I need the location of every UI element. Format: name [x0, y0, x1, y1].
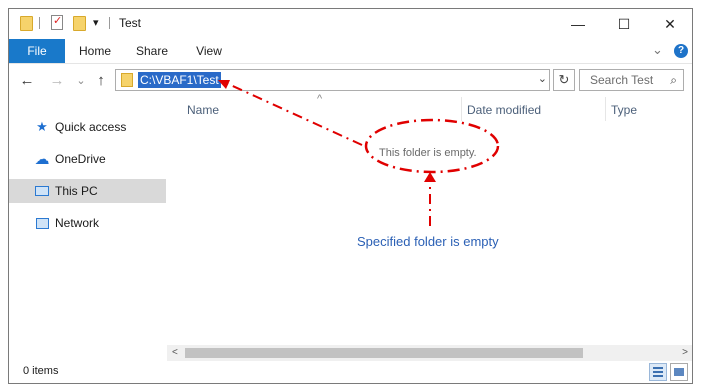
tab-file[interactable]: File: [9, 39, 65, 63]
star-icon: ★: [36, 119, 48, 134]
scrollbar-thumb[interactable]: [185, 348, 583, 358]
tab-view[interactable]: View: [185, 39, 233, 63]
scroll-right-icon[interactable]: >: [682, 345, 688, 361]
sidebar-item-label: OneDrive: [55, 152, 106, 166]
sidebar-item-network[interactable]: Network: [9, 211, 166, 235]
scroll-left-icon[interactable]: <: [172, 345, 178, 361]
network-icon: [31, 217, 53, 229]
new-folder-icon[interactable]: [73, 16, 86, 31]
search-icon[interactable]: ⌕: [670, 73, 677, 88]
annotation-label: Specified folder is empty: [357, 234, 499, 249]
sidebar-item-quick-access[interactable]: ★ Quick access: [9, 115, 166, 139]
computer-icon: [31, 186, 53, 196]
sidebar-item-label: Network: [55, 216, 100, 230]
ribbon-tabs: File Home Share View ⌄ ?: [9, 39, 692, 64]
refresh-button[interactable]: ↻: [553, 69, 575, 91]
column-header-name[interactable]: Name: [187, 103, 219, 117]
customize-toolbar-button[interactable]: ▾: [93, 16, 99, 29]
navigation-bar: ← → ⌄ ↑ C:\VBAF1\Test ⌄ ↻ Search Test ⌕: [9, 65, 692, 95]
status-bar: 0 items: [9, 361, 692, 383]
minimize-button[interactable]: —: [555, 9, 601, 39]
tab-share[interactable]: Share: [127, 39, 177, 63]
window-title: Test: [119, 16, 142, 30]
cloud-icon: ☁: [34, 151, 50, 168]
close-button[interactable]: ✕: [647, 9, 692, 39]
help-icon[interactable]: ?: [674, 44, 688, 58]
forward-button[interactable]: →: [47, 69, 67, 91]
sidebar-item-onedrive[interactable]: ☁ OneDrive: [9, 147, 166, 171]
empty-folder-message: This folder is empty.: [379, 147, 477, 159]
address-bar[interactable]: C:\VBAF1\Test ⌄: [115, 69, 550, 91]
large-icons-view-button[interactable]: [670, 363, 688, 381]
column-divider[interactable]: [605, 97, 606, 121]
recent-locations-button[interactable]: ⌄: [75, 69, 87, 91]
up-button[interactable]: ↑: [91, 69, 111, 91]
details-view-button[interactable]: [649, 363, 667, 381]
navigation-pane: ★ Quick access ☁ OneDrive This PC Networ…: [9, 97, 166, 352]
expand-ribbon-icon[interactable]: ⌄: [652, 42, 663, 58]
column-header-type[interactable]: Type: [611, 103, 637, 117]
title-bar: ✓ ▾ Test — ☐ ✕: [9, 9, 692, 39]
search-placeholder: Search Test: [590, 73, 654, 87]
file-explorer-window: ✓ ▾ Test — ☐ ✕ File Home Share View ⌄ ? …: [8, 8, 693, 384]
address-path[interactable]: C:\VBAF1\Test: [138, 72, 221, 88]
folder-icon: [20, 16, 33, 31]
back-button[interactable]: ←: [17, 69, 37, 91]
sidebar-item-label: Quick access: [55, 120, 127, 134]
toolbar-divider: [39, 17, 40, 29]
sidebar-item-this-pc[interactable]: This PC: [9, 179, 166, 203]
column-header-date-modified[interactable]: Date modified: [467, 103, 541, 117]
search-box[interactable]: Search Test ⌕: [579, 69, 684, 91]
file-list: ^ Name Date modified Type This folder is…: [167, 93, 692, 361]
sidebar-item-label: This PC: [55, 184, 98, 198]
title-divider: [109, 17, 110, 29]
tab-home[interactable]: Home: [71, 39, 119, 63]
item-count: 0 items: [23, 365, 59, 377]
column-divider[interactable]: [461, 97, 462, 121]
address-dropdown-icon[interactable]: ⌄: [538, 72, 547, 85]
sort-indicator-icon: ^: [317, 93, 323, 105]
horizontal-scrollbar[interactable]: < >: [167, 345, 692, 361]
properties-icon[interactable]: ✓: [51, 15, 63, 30]
maximize-button[interactable]: ☐: [601, 9, 647, 39]
folder-icon: [121, 73, 133, 87]
